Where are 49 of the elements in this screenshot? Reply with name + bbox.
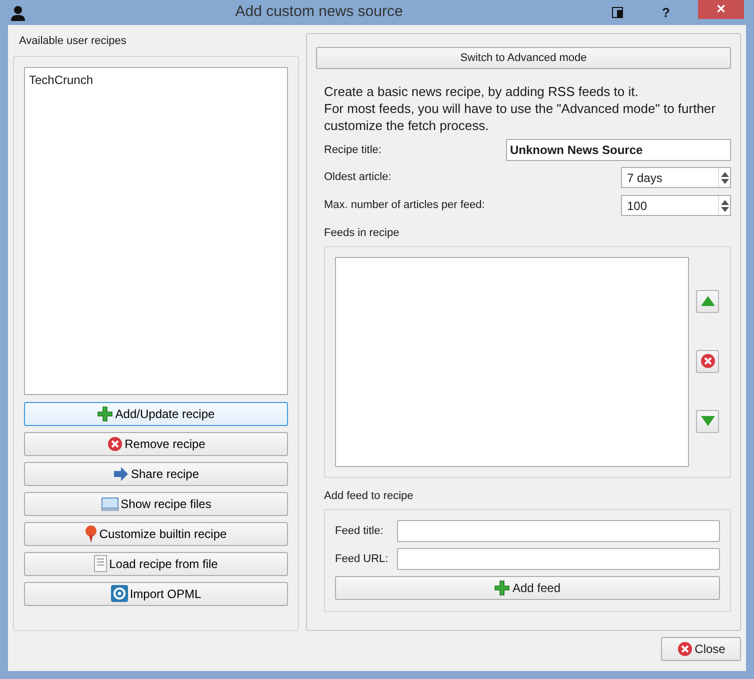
up-arrow-icon — [700, 296, 714, 306]
add-feed-button[interactable]: Add feed — [335, 576, 720, 600]
help-button[interactable]: ? — [662, 2, 670, 22]
close-button[interactable]: ✕ — [698, 0, 744, 18]
section-label: Feeds in recipe — [323, 226, 400, 241]
window-icon[interactable] — [612, 6, 624, 18]
plus-icon — [494, 580, 510, 596]
remove-feed-button[interactable] — [696, 350, 719, 372]
arrow-right-icon — [112, 466, 129, 480]
window-title: Add custom news source — [234, 2, 404, 22]
plus-icon — [97, 406, 114, 422]
section-label: Available user recipes — [18, 34, 128, 49]
close-dialog-button[interactable]: Close — [661, 637, 741, 661]
down-arrow-icon[interactable] — [720, 206, 728, 212]
move-down-button[interactable] — [696, 410, 719, 432]
target-icon — [110, 585, 128, 602]
pin-icon — [85, 524, 98, 542]
intro-text: Create a basic news recipe, by adding RSS feeds to it. For most feeds, you will have to use the "Advanced mode" to further customize the fetch process. — [323, 83, 716, 134]
close-icon — [700, 353, 716, 369]
field-label: Max. number of articles per feed: — [324, 198, 485, 214]
recipe-button[interactable]: Customize builtin recipe — [24, 522, 288, 546]
recipe-button[interactable]: Load recipe from file — [24, 552, 288, 576]
person-icon — [10, 4, 26, 20]
close-icon — [676, 641, 693, 657]
spin-box[interactable]: 100 — [621, 195, 731, 216]
feed-title-field[interactable] — [397, 520, 720, 542]
advanced-mode-button[interactable]: Switch to Advanced mode — [316, 47, 731, 69]
recipe-item[interactable]: TechCrunch — [28, 70, 284, 88]
recipe-button[interactable]: Show recipe files — [24, 492, 288, 516]
spin-box[interactable]: 7 days — [621, 167, 731, 188]
down-arrow-icon[interactable] — [720, 178, 728, 184]
up-arrow-icon[interactable] — [720, 200, 728, 204]
field-label: Recipe title: — [324, 142, 382, 158]
recipe-title-field[interactable]: Unknown News Source — [506, 139, 731, 161]
up-arrow-icon[interactable] — [720, 172, 728, 176]
field-label: Feed URL: — [335, 552, 390, 567]
recipe-button[interactable]: Remove recipe — [24, 432, 288, 456]
field-label: Feed title: — [335, 524, 384, 539]
move-up-button[interactable] — [696, 290, 719, 312]
down-arrow-icon — [700, 416, 714, 426]
feed-url-field[interactable] — [397, 548, 720, 570]
drive-icon — [100, 496, 119, 512]
field-label: Oldest article: — [324, 170, 392, 186]
document-icon — [94, 555, 108, 572]
recipe-button[interactable]: Add/Update recipe — [24, 402, 288, 426]
recipe-button[interactable]: Share recipe — [24, 462, 288, 486]
section-label: Add feed to recipe — [323, 488, 414, 504]
recipe-button[interactable]: Import OPML — [24, 582, 288, 606]
close-icon — [106, 436, 123, 452]
